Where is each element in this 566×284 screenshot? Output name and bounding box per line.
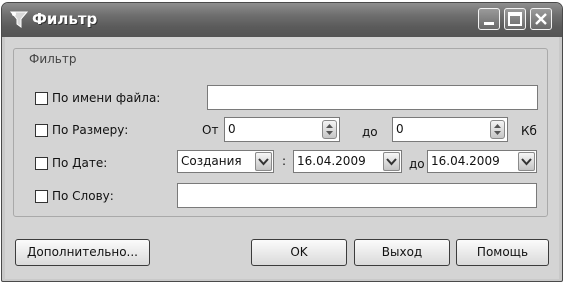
by-word-label: По Слову: xyxy=(52,189,114,203)
dialog-body: Фильтр По имени файла: По Размеру: От 0 … xyxy=(5,37,559,279)
help-button[interactable]: Помощь xyxy=(456,239,549,266)
chevron-down-icon xyxy=(258,158,269,166)
close-button[interactable] xyxy=(530,8,552,30)
date-separator: : xyxy=(282,154,287,168)
minimize-icon xyxy=(484,22,494,25)
by-size-label: По Размеру: xyxy=(52,123,129,137)
advanced-button[interactable]: Дополнительно... xyxy=(15,239,150,266)
date-from-picker[interactable]: 16.04.2009 xyxy=(293,150,402,173)
spin-arrows-icon xyxy=(326,124,333,135)
close-icon xyxy=(535,13,547,25)
by-filename-label: По имени файла: xyxy=(52,91,161,105)
exit-button[interactable]: Выход xyxy=(354,239,450,266)
size-unit-label: Кб xyxy=(521,124,537,138)
by-size-checkbox[interactable] xyxy=(35,124,48,137)
date-type-value: Создания xyxy=(181,154,242,168)
chevron-down-icon xyxy=(386,158,397,166)
minimize-button[interactable] xyxy=(478,8,500,30)
date-to-dropdown-button[interactable] xyxy=(518,152,535,171)
date-type-dropdown-button[interactable] xyxy=(255,152,272,171)
filter-window: Фильтр Фильтр По имени файла: По Размеру… xyxy=(1,2,563,282)
word-input[interactable] xyxy=(177,183,537,208)
window-title: Фильтр xyxy=(32,10,98,28)
size-to-spin-arrows[interactable] xyxy=(490,120,505,139)
size-from-label: От xyxy=(202,123,219,137)
ok-button[interactable]: OK xyxy=(251,239,347,266)
size-to-spinner[interactable]: 0 xyxy=(392,117,508,142)
date-to-label: до xyxy=(409,157,425,171)
filter-group-label: Фильтр xyxy=(26,52,80,66)
size-from-spin-arrows[interactable] xyxy=(322,120,337,139)
by-filename-checkbox[interactable] xyxy=(35,92,48,105)
size-to-label: до xyxy=(362,125,378,139)
size-from-value: 0 xyxy=(228,122,236,136)
date-to-picker[interactable]: 16.04.2009 xyxy=(427,150,537,173)
size-from-spinner[interactable]: 0 xyxy=(224,117,340,142)
by-date-checkbox[interactable] xyxy=(35,157,48,170)
date-from-value: 16.04.2009 xyxy=(297,154,366,168)
chevron-down-icon xyxy=(521,158,532,166)
filename-input[interactable] xyxy=(207,85,538,110)
title-bar[interactable]: Фильтр xyxy=(2,3,562,37)
maximize-button[interactable] xyxy=(504,8,526,30)
filter-group: Фильтр По имени файла: По Размеру: От 0 … xyxy=(13,48,548,217)
by-word-checkbox[interactable] xyxy=(35,190,48,203)
spin-arrows-icon xyxy=(494,124,501,135)
filter-funnel-icon xyxy=(8,9,30,31)
by-date-label: По Дате: xyxy=(52,156,108,170)
date-from-dropdown-button[interactable] xyxy=(383,152,400,171)
maximize-icon xyxy=(508,12,522,26)
size-to-value: 0 xyxy=(396,122,404,136)
date-type-select[interactable]: Создания xyxy=(177,150,274,173)
date-to-value: 16.04.2009 xyxy=(431,154,500,168)
